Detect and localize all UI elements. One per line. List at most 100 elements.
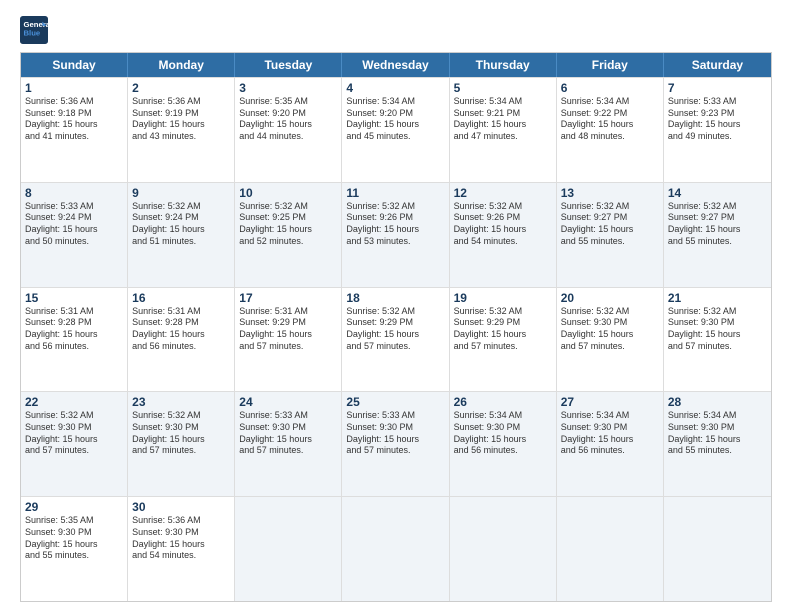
day-number: 14 bbox=[668, 186, 767, 200]
cell-text: and 57 minutes. bbox=[346, 445, 444, 457]
day-number: 5 bbox=[454, 81, 552, 95]
cell-text: Sunrise: 5:34 AM bbox=[668, 410, 767, 422]
cell-text: Sunrise: 5:32 AM bbox=[561, 306, 659, 318]
cell-text: Daylight: 15 hours bbox=[668, 329, 767, 341]
page-header: General Blue bbox=[20, 16, 772, 44]
cell-text: and 52 minutes. bbox=[239, 236, 337, 248]
day-number: 6 bbox=[561, 81, 659, 95]
cell-text: and 57 minutes. bbox=[454, 341, 552, 353]
cal-cell-4: 4Sunrise: 5:34 AMSunset: 9:20 PMDaylight… bbox=[342, 78, 449, 182]
cell-text: Sunset: 9:30 PM bbox=[668, 317, 767, 329]
cell-text: Sunset: 9:26 PM bbox=[454, 212, 552, 224]
calendar-row-4: 22Sunrise: 5:32 AMSunset: 9:30 PMDayligh… bbox=[21, 391, 771, 496]
header-day-tuesday: Tuesday bbox=[235, 53, 342, 77]
cal-cell-24: 24Sunrise: 5:33 AMSunset: 9:30 PMDayligh… bbox=[235, 392, 342, 496]
cell-text: Sunrise: 5:32 AM bbox=[132, 201, 230, 213]
cal-cell-21: 21Sunrise: 5:32 AMSunset: 9:30 PMDayligh… bbox=[664, 288, 771, 392]
cell-text: Sunset: 9:27 PM bbox=[668, 212, 767, 224]
cell-text: and 56 minutes. bbox=[25, 341, 123, 353]
cell-text: and 56 minutes. bbox=[132, 341, 230, 353]
cell-text: and 44 minutes. bbox=[239, 131, 337, 143]
cell-text: Daylight: 15 hours bbox=[454, 224, 552, 236]
cell-text: and 41 minutes. bbox=[25, 131, 123, 143]
cal-cell-empty bbox=[450, 497, 557, 601]
cal-cell-11: 11Sunrise: 5:32 AMSunset: 9:26 PMDayligh… bbox=[342, 183, 449, 287]
cell-text: Daylight: 15 hours bbox=[454, 329, 552, 341]
cell-text: Daylight: 15 hours bbox=[346, 329, 444, 341]
cal-cell-25: 25Sunrise: 5:33 AMSunset: 9:30 PMDayligh… bbox=[342, 392, 449, 496]
calendar-body: 1Sunrise: 5:36 AMSunset: 9:18 PMDaylight… bbox=[21, 77, 771, 601]
cell-text: Daylight: 15 hours bbox=[561, 119, 659, 131]
day-number: 7 bbox=[668, 81, 767, 95]
cell-text: Sunset: 9:23 PM bbox=[668, 108, 767, 120]
cell-text: Sunset: 9:19 PM bbox=[132, 108, 230, 120]
day-number: 17 bbox=[239, 291, 337, 305]
cell-text: Sunrise: 5:34 AM bbox=[561, 410, 659, 422]
cell-text: Daylight: 15 hours bbox=[454, 119, 552, 131]
cell-text: and 50 minutes. bbox=[25, 236, 123, 248]
cell-text: Daylight: 15 hours bbox=[239, 434, 337, 446]
cell-text: Sunset: 9:20 PM bbox=[239, 108, 337, 120]
cell-text: Daylight: 15 hours bbox=[132, 224, 230, 236]
cell-text: and 56 minutes. bbox=[454, 445, 552, 457]
cell-text: Sunrise: 5:32 AM bbox=[668, 201, 767, 213]
cell-text: Sunrise: 5:33 AM bbox=[668, 96, 767, 108]
cal-cell-5: 5Sunrise: 5:34 AMSunset: 9:21 PMDaylight… bbox=[450, 78, 557, 182]
cell-text: Sunrise: 5:32 AM bbox=[25, 410, 123, 422]
cell-text: and 53 minutes. bbox=[346, 236, 444, 248]
cal-cell-2: 2Sunrise: 5:36 AMSunset: 9:19 PMDaylight… bbox=[128, 78, 235, 182]
cell-text: Sunset: 9:28 PM bbox=[132, 317, 230, 329]
cell-text: Sunset: 9:28 PM bbox=[25, 317, 123, 329]
cal-cell-23: 23Sunrise: 5:32 AMSunset: 9:30 PMDayligh… bbox=[128, 392, 235, 496]
cell-text: Sunrise: 5:32 AM bbox=[454, 306, 552, 318]
calendar-row-3: 15Sunrise: 5:31 AMSunset: 9:28 PMDayligh… bbox=[21, 287, 771, 392]
day-number: 21 bbox=[668, 291, 767, 305]
cell-text: Daylight: 15 hours bbox=[25, 119, 123, 131]
cell-text: and 43 minutes. bbox=[132, 131, 230, 143]
day-number: 15 bbox=[25, 291, 123, 305]
header-day-wednesday: Wednesday bbox=[342, 53, 449, 77]
cell-text: and 55 minutes. bbox=[25, 550, 123, 562]
day-number: 19 bbox=[454, 291, 552, 305]
calendar-row-1: 1Sunrise: 5:36 AMSunset: 9:18 PMDaylight… bbox=[21, 77, 771, 182]
cell-text: and 51 minutes. bbox=[132, 236, 230, 248]
cell-text: Daylight: 15 hours bbox=[25, 224, 123, 236]
cell-text: and 56 minutes. bbox=[561, 445, 659, 457]
cell-text: Sunrise: 5:35 AM bbox=[25, 515, 123, 527]
cal-cell-10: 10Sunrise: 5:32 AMSunset: 9:25 PMDayligh… bbox=[235, 183, 342, 287]
cal-cell-12: 12Sunrise: 5:32 AMSunset: 9:26 PMDayligh… bbox=[450, 183, 557, 287]
svg-text:Blue: Blue bbox=[24, 29, 41, 38]
cal-cell-15: 15Sunrise: 5:31 AMSunset: 9:28 PMDayligh… bbox=[21, 288, 128, 392]
cal-cell-1: 1Sunrise: 5:36 AMSunset: 9:18 PMDaylight… bbox=[21, 78, 128, 182]
day-number: 22 bbox=[25, 395, 123, 409]
cell-text: Daylight: 15 hours bbox=[132, 539, 230, 551]
cal-cell-22: 22Sunrise: 5:32 AMSunset: 9:30 PMDayligh… bbox=[21, 392, 128, 496]
cell-text: Daylight: 15 hours bbox=[25, 329, 123, 341]
day-number: 25 bbox=[346, 395, 444, 409]
cal-cell-empty bbox=[557, 497, 664, 601]
cell-text: Daylight: 15 hours bbox=[346, 224, 444, 236]
cell-text: Sunrise: 5:33 AM bbox=[25, 201, 123, 213]
cell-text: Daylight: 15 hours bbox=[346, 119, 444, 131]
day-number: 12 bbox=[454, 186, 552, 200]
cell-text: Sunset: 9:20 PM bbox=[346, 108, 444, 120]
cell-text: Sunrise: 5:32 AM bbox=[132, 410, 230, 422]
cell-text: Sunrise: 5:32 AM bbox=[454, 201, 552, 213]
cell-text: Daylight: 15 hours bbox=[25, 434, 123, 446]
cell-text: Sunset: 9:18 PM bbox=[25, 108, 123, 120]
cal-cell-7: 7Sunrise: 5:33 AMSunset: 9:23 PMDaylight… bbox=[664, 78, 771, 182]
calendar-page: General Blue SundayMondayTuesdayWednesda… bbox=[0, 0, 792, 612]
cell-text: and 54 minutes. bbox=[454, 236, 552, 248]
cell-text: Sunset: 9:30 PM bbox=[454, 422, 552, 434]
cell-text: Sunrise: 5:34 AM bbox=[454, 410, 552, 422]
cell-text: Sunset: 9:24 PM bbox=[132, 212, 230, 224]
cal-cell-13: 13Sunrise: 5:32 AMSunset: 9:27 PMDayligh… bbox=[557, 183, 664, 287]
cell-text: Sunset: 9:22 PM bbox=[561, 108, 659, 120]
cell-text: and 57 minutes. bbox=[132, 445, 230, 457]
day-number: 27 bbox=[561, 395, 659, 409]
logo: General Blue bbox=[20, 16, 52, 44]
cell-text: and 57 minutes. bbox=[239, 445, 337, 457]
cell-text: Sunset: 9:30 PM bbox=[561, 422, 659, 434]
cal-cell-18: 18Sunrise: 5:32 AMSunset: 9:29 PMDayligh… bbox=[342, 288, 449, 392]
cell-text: Sunset: 9:30 PM bbox=[25, 527, 123, 539]
